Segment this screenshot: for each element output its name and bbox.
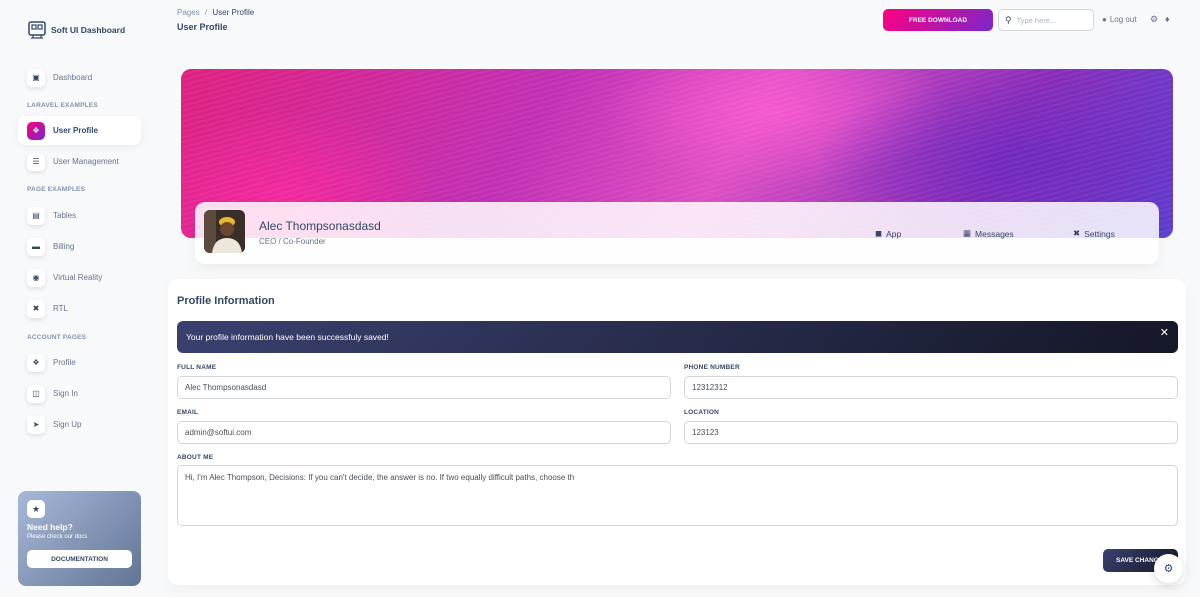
phone-label: Phone Number	[684, 364, 740, 371]
gear-icon: ⚙	[1163, 563, 1174, 575]
sidebar-item-label: Sign Up	[53, 420, 82, 429]
sidebar: Soft UI Dashboard ▣ Dashboard Laravel Ex…	[0, 0, 160, 597]
sidebar-item-sign-in[interactable]: ◫ Sign In	[18, 379, 141, 408]
documentation-button[interactable]: DOCUMENTATION	[27, 550, 132, 568]
sidebar-item-label: Virtual Reality	[53, 273, 103, 282]
about-label: About Me	[177, 454, 214, 461]
sidebar-item-label: Dashboard	[53, 73, 93, 82]
user-circle-icon: ●	[1102, 15, 1107, 24]
tab-label: App	[886, 228, 902, 239]
location-field[interactable]	[684, 421, 1178, 444]
breadcrumb-root[interactable]: Pages	[177, 8, 200, 17]
profile-role: CEO / Co-Founder	[259, 237, 326, 246]
tools-icon: ✖	[1073, 228, 1081, 238]
logo-icon	[28, 21, 46, 39]
brand[interactable]: Soft UI Dashboard	[28, 21, 125, 39]
section-title: Profile Information	[177, 295, 275, 307]
help-title: Need help?	[27, 522, 73, 532]
section-page-examples: Page Examples	[27, 186, 86, 193]
logout-label: Log out	[1109, 15, 1137, 24]
sidebar-item-label: Tables	[53, 211, 77, 220]
tab-app[interactable]: ◼ App	[875, 228, 901, 239]
sidebar-item-profile[interactable]: ❖ Profile	[18, 348, 141, 377]
rtl-icon: ✖	[27, 299, 45, 318]
sidebar-item-billing[interactable]: ▬ Billing	[18, 232, 141, 261]
full-name-field[interactable]	[177, 376, 671, 399]
bell-icon[interactable]: ♦	[1165, 14, 1170, 24]
brand-name: Soft UI Dashboard	[51, 25, 126, 35]
sidebar-item-tables[interactable]: ▤ Tables	[18, 201, 141, 230]
sidebar-item-user-management[interactable]: ☰ User Management	[18, 147, 141, 176]
logout-link[interactable]: ● Log out	[1102, 15, 1137, 24]
email-field[interactable]	[177, 421, 671, 444]
user-icon: ❖	[27, 121, 45, 140]
shop-icon: ▣	[27, 68, 45, 87]
help-icon: ★	[27, 500, 45, 518]
tab-label: Messages	[975, 228, 1014, 239]
search-input[interactable]	[1016, 15, 1087, 25]
about-me-textarea[interactable]: Hi, I'm Alec Thompson, Decisions: If you…	[177, 465, 1178, 526]
success-alert: Your profile information have been succe…	[177, 321, 1178, 353]
breadcrumb-separator: /	[204, 8, 208, 17]
avatar	[204, 210, 245, 253]
sidebar-item-rtl[interactable]: ✖ RTL	[18, 294, 141, 323]
billing-icon: ▬	[27, 237, 45, 256]
breadcrumb: Pages / User Profile	[177, 8, 254, 17]
sidebar-item-label: Profile	[53, 358, 76, 367]
tab-label: Settings	[1084, 228, 1115, 239]
settings-fab[interactable]: ⚙	[1154, 554, 1183, 583]
tab-settings[interactable]: ✖ Settings	[1073, 228, 1115, 239]
breadcrumb-current: User Profile	[212, 8, 255, 17]
tab-messages[interactable]: ▦ Messages	[963, 228, 1014, 239]
sidebar-item-label: Sign In	[53, 389, 78, 398]
phone-field[interactable]	[684, 376, 1178, 399]
cube-icon: ◼	[875, 228, 883, 238]
sidebar-item-label: Billing	[53, 242, 75, 251]
profile-name: Alec Thompsonasdasd	[259, 219, 381, 233]
profile-icon: ❖	[27, 353, 45, 372]
location-label: Location	[684, 409, 720, 416]
help-card: ★ Need help? Please check our docs DOCUM…	[18, 491, 141, 586]
document-icon: ▦	[963, 228, 972, 238]
gear-icon[interactable]: ⚙	[1150, 14, 1158, 25]
sidebar-item-label: User Management	[53, 157, 119, 166]
avatar-image	[204, 210, 245, 253]
section-laravel-examples: Laravel Examples	[27, 102, 98, 109]
vr-icon: ◉	[27, 268, 45, 287]
sidebar-item-virtual-reality[interactable]: ◉ Virtual Reality	[18, 263, 141, 292]
search-icon: ⚲	[1005, 14, 1012, 25]
list-icon: ☰	[27, 152, 45, 171]
profile-information-card: Profile Information Your profile informa…	[168, 279, 1186, 585]
search-box: ⚲	[998, 9, 1094, 31]
sidebar-item-label: RTL	[53, 304, 68, 313]
section-account-pages: Account Pages	[27, 334, 87, 341]
sign-in-icon: ◫	[27, 384, 45, 403]
free-download-button[interactable]: FREE DOWNLOAD	[883, 9, 993, 31]
sidebar-item-label: User Profile	[53, 126, 98, 135]
profile-header-card: Alec Thompsonasdasd CEO / Co-Founder ◼ A…	[195, 202, 1159, 264]
sidebar-item-sign-up[interactable]: ➤ Sign Up	[18, 410, 141, 439]
close-icon[interactable]: ✕	[1160, 326, 1169, 339]
sidebar-item-user-profile[interactable]: ❖ User Profile	[18, 116, 141, 145]
email-label: Email	[177, 409, 199, 416]
page-title: User Profile	[177, 22, 228, 32]
table-icon: ▤	[27, 206, 45, 225]
sidebar-item-dashboard[interactable]: ▣ Dashboard	[18, 63, 141, 92]
sign-up-icon: ➤	[27, 415, 45, 434]
help-subtitle: Please check our docs	[27, 534, 88, 540]
alert-message: Your profile information have been succe…	[186, 332, 389, 342]
full-name-label: Full Name	[177, 364, 217, 371]
